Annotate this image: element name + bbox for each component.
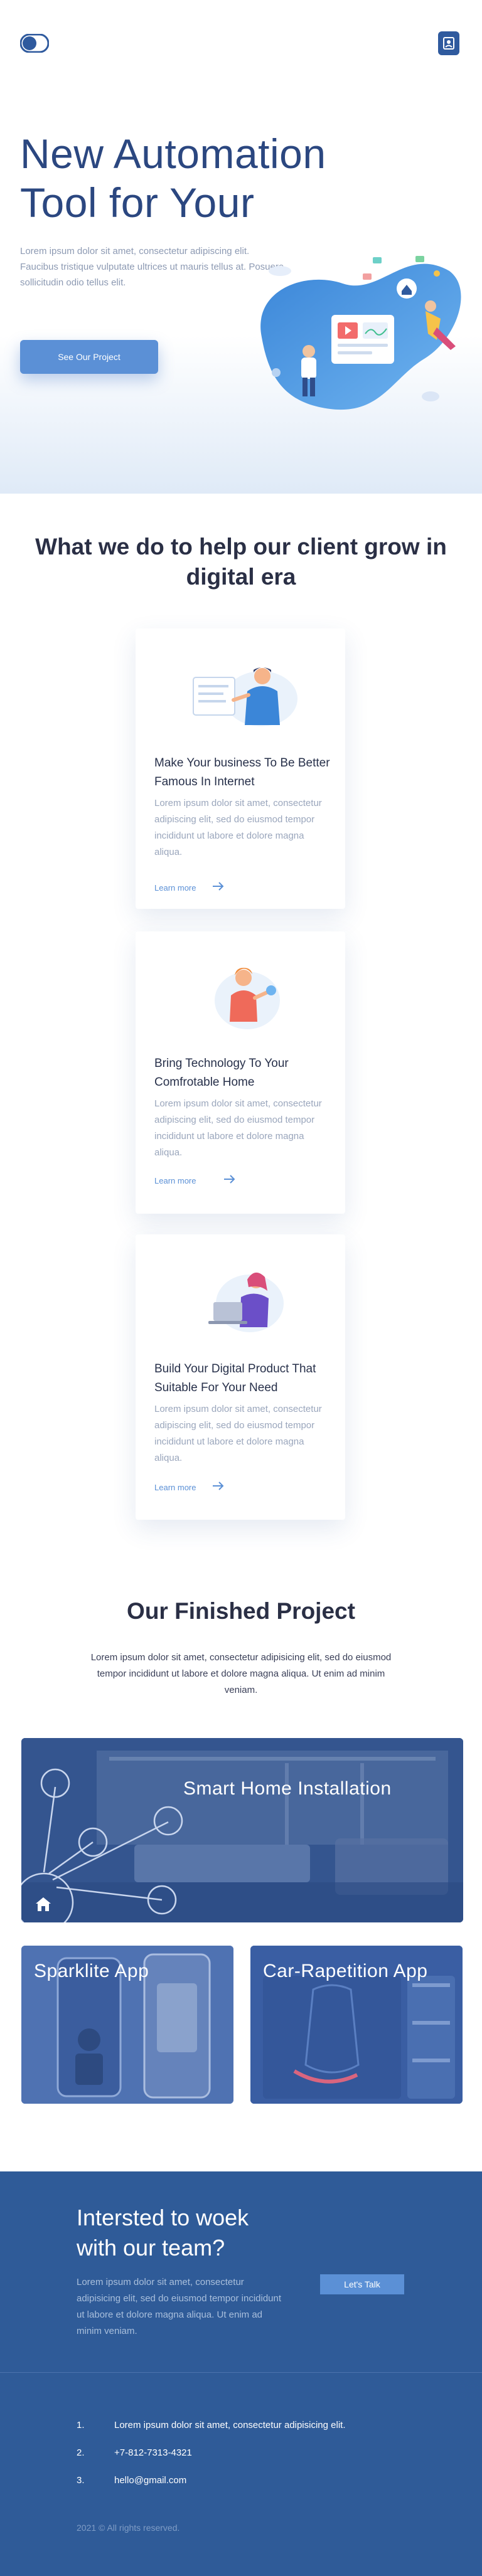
arrow-right-icon[interactable] bbox=[223, 1175, 236, 1184]
project-card-smart-home[interactable]: Smart Home Installation bbox=[21, 1738, 463, 1922]
contact-number: 3. bbox=[77, 2475, 85, 2486]
projects-title: Our Finished Project bbox=[127, 1598, 355, 1624]
service-card-title: Bring Technology To Your Comfrotable Hom… bbox=[154, 1057, 289, 1089]
learn-more-link[interactable]: Learn more bbox=[154, 1483, 196, 1492]
project-label: Smart Home Installation bbox=[183, 1778, 392, 1799]
project-card-car-rapetition[interactable]: Car-Rapetition App bbox=[250, 1946, 463, 2104]
hero-illustration bbox=[260, 256, 461, 410]
contact-email[interactable]: hello@gmail.com bbox=[114, 2475, 428, 2486]
lets-talk-button[interactable]: Let's Talk bbox=[320, 2274, 404, 2294]
services-title: What we do to help our client grow in di… bbox=[35, 534, 447, 590]
project-label: Car-Rapetition App bbox=[263, 1961, 428, 1981]
service-card: Bring Technology To Your Comfrotable Hom… bbox=[136, 931, 345, 1214]
footer-section: Intersted to woek with our team? Lorem i… bbox=[0, 2171, 482, 2576]
service-card-text: Lorem ipsum dolor sit amet, consectetur … bbox=[154, 1404, 322, 1463]
home-icon bbox=[36, 1897, 51, 1911]
contact-phone[interactable]: +7-812-7313-4321 bbox=[114, 2447, 428, 2458]
technology-illustration bbox=[215, 968, 280, 1029]
cta-description: Lorem ipsum dolor sit amet, consectetur … bbox=[77, 2277, 282, 2336]
smart-home-image bbox=[21, 1738, 463, 1922]
presentation-illustration bbox=[193, 667, 297, 726]
contact-number: 2. bbox=[77, 2447, 85, 2458]
contact-number: 1. bbox=[77, 2420, 85, 2430]
toggle-logo-icon[interactable] bbox=[20, 34, 49, 53]
service-card-text: Lorem ipsum dolor sit amet, consectetur … bbox=[154, 1098, 322, 1158]
digital-product-illustration bbox=[208, 1272, 284, 1332]
contact-address: Lorem ipsum dolor sit amet, consectetur … bbox=[114, 2420, 346, 2430]
hero-title: New Automation Tool for Your bbox=[20, 130, 326, 226]
project-card-sparklite[interactable]: Sparklite App bbox=[21, 1946, 233, 2104]
learn-more-link[interactable]: Learn more bbox=[154, 1176, 196, 1185]
menu-icon bbox=[443, 37, 454, 50]
project-label: Sparklite App bbox=[34, 1961, 149, 1981]
arrow-right-icon[interactable] bbox=[212, 1481, 225, 1490]
see-project-button[interactable]: See Our Project bbox=[20, 340, 158, 374]
service-card: Make Your business To Be Better Famous I… bbox=[136, 628, 345, 909]
learn-more-link[interactable]: Learn more bbox=[154, 883, 196, 893]
menu-button[interactable] bbox=[438, 31, 459, 55]
service-card-title: Build Your Digital Product That Suitable… bbox=[154, 1362, 316, 1394]
projects-description: Lorem ipsum dolor sit amet, consectetur … bbox=[90, 1652, 392, 1695]
copyright-text: 2021 © All rights reserved. bbox=[77, 2523, 180, 2533]
footer-divider bbox=[0, 2372, 482, 2373]
service-card-title: Make Your business To Be Better Famous I… bbox=[154, 756, 330, 788]
arrow-right-icon[interactable] bbox=[212, 882, 225, 891]
service-card-text: Lorem ipsum dolor sit amet, consectetur … bbox=[154, 798, 322, 857]
hero-section: New Automation Tool for Your Lorem ipsum… bbox=[0, 0, 482, 494]
service-card: Build Your Digital Product That Suitable… bbox=[136, 1234, 345, 1520]
cta-title: Intersted to woek with our team? bbox=[77, 2205, 249, 2261]
